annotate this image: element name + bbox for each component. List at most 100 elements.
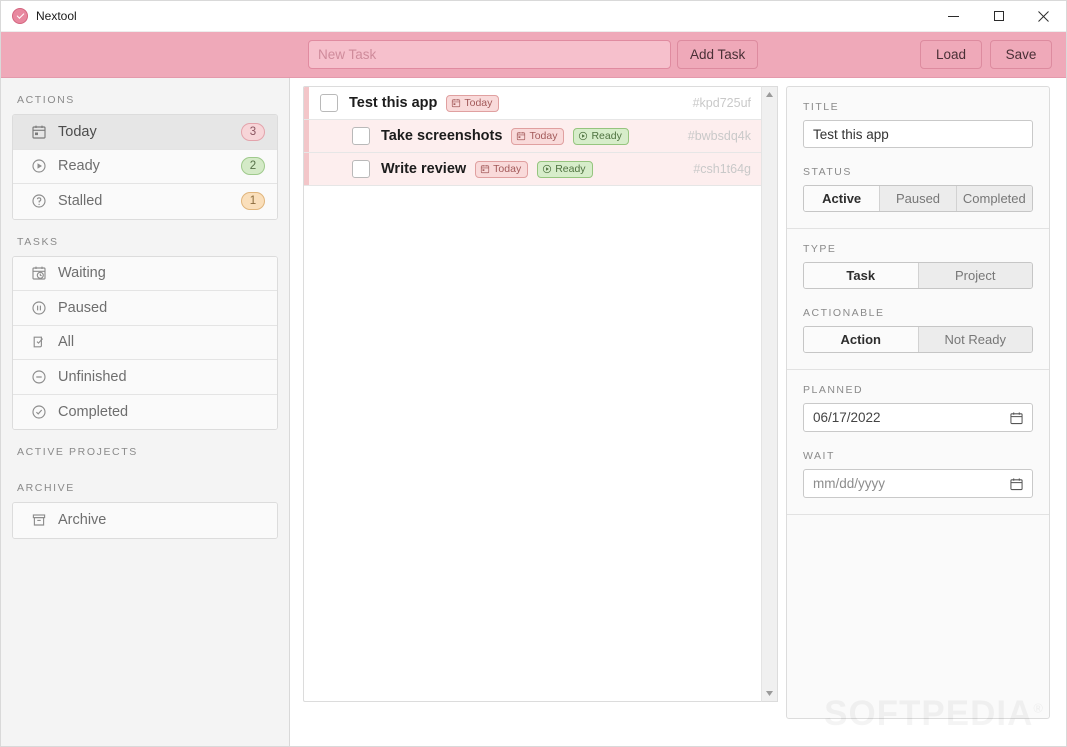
pause-circle-icon (31, 300, 47, 316)
task-tag-today[interactable]: Today (475, 160, 529, 178)
load-button[interactable]: Load (920, 40, 982, 69)
task-title: Write review (381, 161, 467, 177)
sidebar-item-label: Waiting (58, 265, 106, 282)
sidebar-item-badge: 3 (241, 122, 265, 141)
scroll-down-icon[interactable] (765, 689, 774, 698)
title-bar-left: Nextool (1, 8, 77, 24)
task-id: #kpd725uf (692, 96, 751, 110)
task-tag-label: Today (529, 130, 558, 142)
actionable-segmented-control[interactable]: Action Not Ready (803, 326, 1033, 353)
task-list-scrollbar[interactable] (761, 86, 778, 702)
checklist-icon (31, 334, 47, 350)
detail-empty-area (787, 515, 1049, 609)
sidebar-item-badge: 2 (241, 157, 265, 176)
play-circle-icon (31, 158, 47, 174)
planned-field-label: PLANNED (803, 384, 864, 396)
actionable-not-ready-option[interactable]: Not Ready (918, 327, 1032, 352)
sidebar-item-label: Ready (58, 158, 100, 175)
task-row[interactable]: Write review Today Ready #csh1t64g (304, 153, 761, 186)
task-tag-ready[interactable]: Ready (537, 160, 593, 178)
task-tag-today[interactable]: Today (446, 94, 500, 112)
window-title: Nextool (36, 9, 77, 23)
sidebar: ACTIONS Today 3 Ready 2 Stalled 1 TASKS Waiting P… (1, 78, 290, 746)
wait-date-value: mm/dd/yyyy (813, 476, 886, 491)
sidebar-item-paused[interactable]: Paused (13, 291, 277, 326)
task-checkbox[interactable] (352, 160, 370, 178)
detail-card: TITLE STATUS ActivePausedCompleted TYPE … (786, 86, 1050, 719)
sidebar-section-label: ARCHIVE (17, 482, 75, 494)
task-id: #csh1t64g (693, 162, 751, 176)
sidebar-group: Waiting Paused All Unfinished Completed (12, 255, 278, 430)
task-row[interactable]: Test this app Today #kpd725uf (304, 87, 761, 120)
calendar-picker-icon[interactable] (1010, 477, 1023, 490)
type-field-label: TYPE (803, 243, 837, 255)
sidebar-item-label: Today (58, 123, 97, 140)
task-checkbox[interactable] (352, 127, 370, 145)
actionable-action-option[interactable]: Action (804, 327, 919, 352)
status-field-label: STATUS (803, 166, 852, 178)
status-completed-option[interactable]: Completed (956, 186, 1032, 211)
check-circle-icon (12, 8, 28, 24)
minus-circle-icon (31, 369, 47, 385)
question-circle-icon (31, 193, 47, 209)
sidebar-section-label: TASKS (17, 235, 59, 248)
sidebar-item-all[interactable]: All (13, 325, 277, 360)
calendar-icon (480, 164, 490, 174)
task-tag-label: Ready (555, 163, 586, 175)
window-controls (931, 1, 1066, 32)
minimize-button[interactable] (931, 1, 976, 32)
wait-field-label: WAIT (803, 450, 835, 462)
check-circle-icon (31, 404, 47, 420)
scroll-up-icon[interactable] (765, 90, 774, 99)
sidebar-item-unfinished[interactable]: Unfinished (13, 360, 277, 395)
planned-date-value: 06/17/2022 (813, 410, 881, 425)
task-list: Test this app Today #kpd725uf Take screensh… (303, 86, 761, 702)
sidebar-item-today[interactable]: Today 3 (13, 115, 277, 150)
sidebar-item-label: Completed (58, 403, 129, 420)
sidebar-item-stalled[interactable]: Stalled 1 (13, 184, 277, 219)
calendar-clock-icon (31, 265, 47, 281)
detail-pane: TITLE STATUS ActivePausedCompleted TYPE … (778, 78, 1066, 746)
task-row[interactable]: Take screenshots Today Ready #bwbsdq4k (304, 120, 761, 153)
type-actionable-section: TYPE Task Project ACTIONABLE Action Not Re… (787, 229, 1049, 370)
calendar-picker-icon[interactable] (1010, 411, 1023, 424)
task-checkbox[interactable] (320, 94, 338, 112)
add-task-button[interactable]: Add Task (677, 40, 759, 69)
type-project-option[interactable]: Project (918, 263, 1032, 288)
sidebar-section-label: ACTIVE PROJECTS (17, 446, 138, 458)
sidebar-section-label: ACTIONS (17, 94, 75, 106)
sidebar-item-label: Archive (58, 512, 107, 529)
sidebar-item-waiting[interactable]: Waiting (13, 256, 277, 291)
archive-box-icon (31, 512, 47, 528)
title-input[interactable] (803, 120, 1033, 148)
task-tag-label: Today (493, 163, 522, 175)
task-list-pane: Test this app Today #kpd725uf Take screensh… (290, 78, 778, 746)
calendar-icon (516, 131, 526, 141)
status-segmented-control[interactable]: Active Paused Completed (803, 185, 1033, 212)
wait-date-input[interactable]: mm/dd/yyyy (803, 469, 1033, 498)
sidebar-item-label: Stalled (58, 193, 103, 210)
sidebar-item-ready[interactable]: Ready 2 (13, 149, 277, 184)
task-tag-label: Today (464, 97, 493, 109)
close-button[interactable] (1021, 1, 1066, 32)
maximize-button[interactable] (976, 1, 1021, 32)
new-task-input[interactable] (308, 40, 671, 69)
task-tag-ready[interactable]: Ready (573, 127, 629, 145)
task-title: Take screenshots (381, 128, 503, 144)
sidebar-item-label: Unfinished (58, 368, 127, 385)
title-status-section: TITLE STATUS ActivePausedCompleted (787, 87, 1049, 229)
task-tag-today[interactable]: Today (511, 127, 565, 145)
sidebar-item-archive[interactable]: Archive (13, 503, 277, 538)
actionable-field-label: ACTIONABLE (803, 307, 885, 319)
task-tag-label: Ready (591, 130, 622, 142)
sidebar-item-completed[interactable]: Completed (13, 394, 277, 429)
task-id: #bwbsdq4k (687, 129, 751, 143)
status-paused-option[interactable]: Paused (880, 186, 957, 211)
save-button[interactable]: Save (990, 40, 1052, 69)
type-task-option[interactable]: Task (804, 263, 919, 288)
calendar-icon (31, 124, 47, 140)
planned-date-input[interactable]: 06/17/2022 (803, 403, 1033, 432)
sidebar-group: Today 3 Ready 2 Stalled 1 (12, 114, 278, 220)
status-active-option[interactable]: Active (804, 186, 881, 211)
type-segmented-control[interactable]: Task Project (803, 262, 1033, 289)
